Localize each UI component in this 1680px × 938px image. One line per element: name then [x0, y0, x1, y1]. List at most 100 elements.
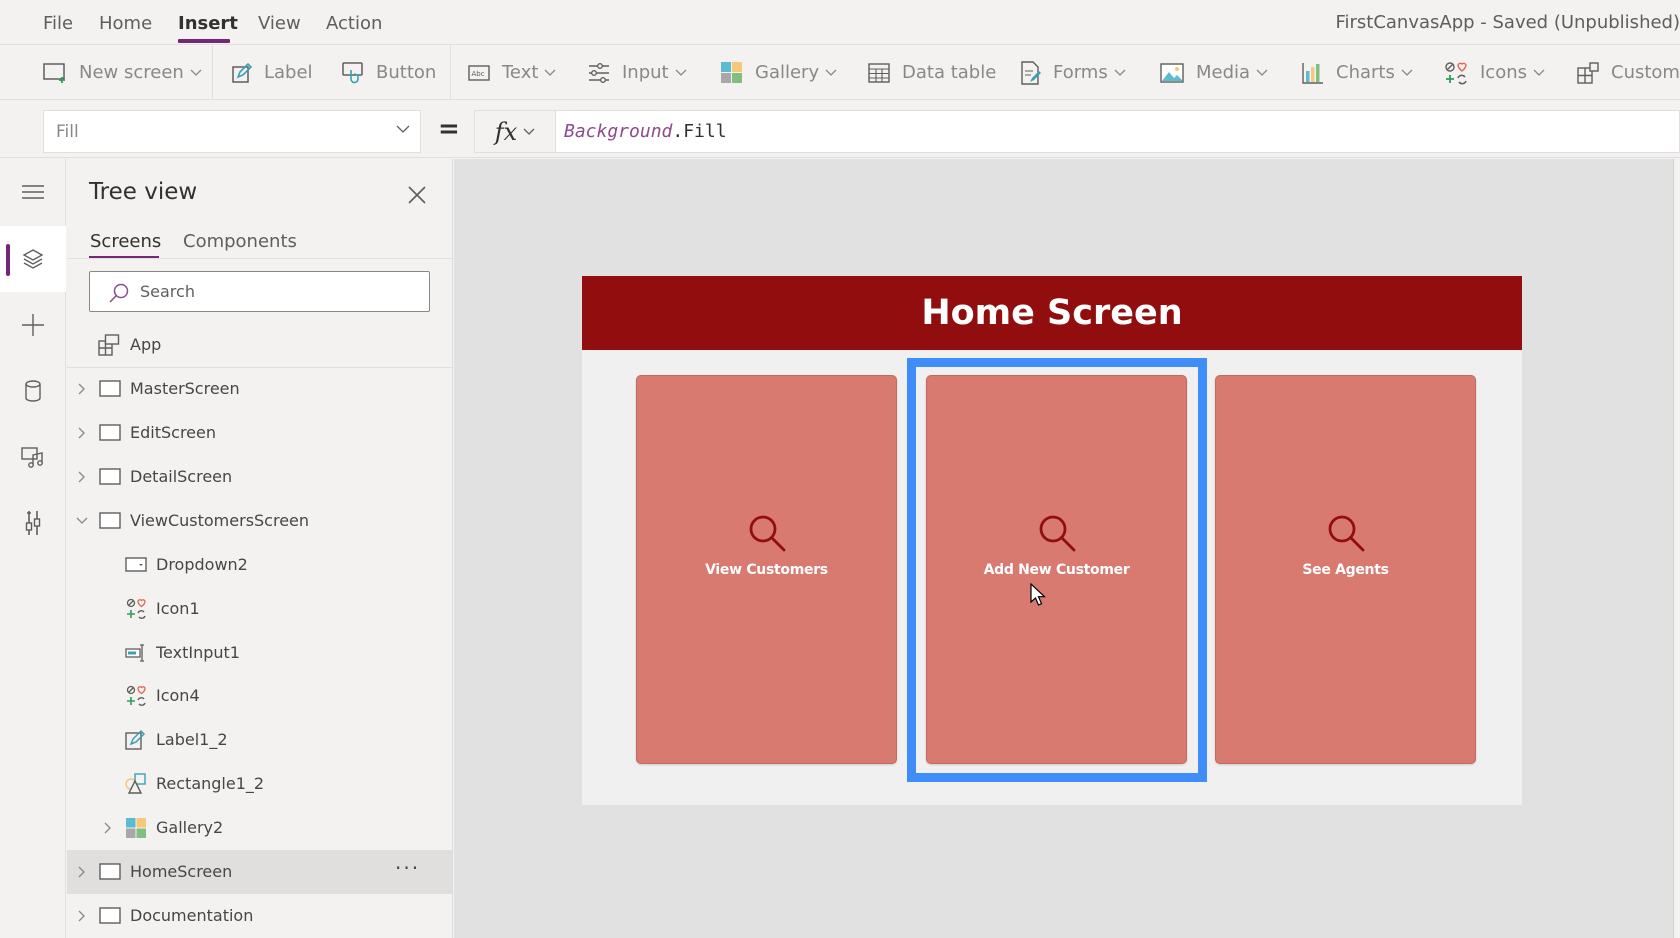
chevron-down-icon	[544, 69, 556, 76]
chevron-down-icon	[190, 69, 202, 76]
tree-item-label: TextInput1	[156, 643, 240, 662]
fx-button[interactable]: fx	[474, 110, 556, 153]
tree-view-button[interactable]	[0, 226, 66, 292]
tab-screens[interactable]: Screens	[90, 231, 161, 252]
tree-item-label: Icon4	[156, 686, 200, 705]
media-rail-button[interactable]	[0, 424, 66, 490]
hamburger-menu-button[interactable]	[0, 159, 66, 225]
charts-button[interactable]: Charts	[1302, 45, 1413, 100]
label-label: Label	[264, 62, 313, 83]
hamburger-menu-icon	[22, 185, 44, 199]
menu-view[interactable]: View	[258, 13, 301, 34]
text-button[interactable]: Abc Text	[468, 45, 556, 100]
tree-item-app[interactable]: App	[67, 323, 453, 367]
tree-view-layers-icon	[22, 249, 44, 269]
insert-button[interactable]	[0, 292, 66, 358]
input-sliders-icon	[589, 62, 609, 83]
tab-components[interactable]: Components	[183, 231, 297, 252]
data-table-label: Data table	[902, 62, 997, 83]
gallery-button[interactable]: Gallery	[721, 45, 837, 100]
label-button[interactable]: Label	[232, 45, 313, 100]
charts-label: Charts	[1336, 62, 1395, 83]
custom-button[interactable]: Custom	[1577, 45, 1680, 100]
data-button[interactable]	[0, 358, 66, 424]
card-add-new-customer[interactable]: Add New Customer	[926, 375, 1187, 764]
search-placeholder: Search	[140, 282, 195, 301]
tree-item-label: Gallery2	[156, 818, 224, 837]
menu-action[interactable]: Action	[326, 13, 382, 34]
menu-home[interactable]: Home	[99, 13, 152, 34]
tree-item-rectangle1-2[interactable]: Rectangle1_2	[67, 762, 453, 806]
data-table-button[interactable]: Data table	[868, 45, 996, 100]
tree-item-masterscreen[interactable]: MasterScreen	[67, 367, 453, 411]
close-icon[interactable]	[405, 183, 429, 207]
active-menu-indicator	[178, 39, 230, 43]
tree-item-label1-2[interactable]: Label1_2	[67, 718, 453, 762]
icons-label: Icons	[1480, 62, 1528, 83]
tree-item-documentation[interactable]: Documentation	[67, 894, 453, 938]
formula-input[interactable]: Background.Fill	[556, 110, 1680, 153]
tree-item-viewcustomersscreen[interactable]: ViewCustomersScreen	[67, 499, 453, 543]
card-label: View Customers	[705, 562, 828, 578]
app-icon	[98, 334, 120, 356]
dropdown-control-icon	[125, 557, 147, 572]
forms-label: Forms	[1053, 62, 1108, 83]
data-cylinder-icon	[25, 380, 41, 402]
chevron-right-icon[interactable]	[75, 426, 89, 440]
gallery-control-icon	[126, 818, 146, 838]
property-value: Fill	[56, 122, 79, 142]
tree-item-textinput1[interactable]: TextInput1	[67, 631, 453, 675]
fx-icon: fx	[494, 117, 518, 146]
tree-item-editscreen[interactable]: EditScreen	[67, 411, 453, 455]
button-touch-icon	[342, 61, 363, 83]
advanced-tools-button[interactable]	[0, 490, 66, 556]
new-screen-button[interactable]: New screen	[43, 45, 202, 100]
chevron-right-icon[interactable]	[75, 382, 89, 396]
tree-item-dropdown2[interactable]: Dropdown2	[67, 543, 453, 587]
chevron-right-icon[interactable]	[75, 909, 89, 923]
tree-item-label: ViewCustomersScreen	[130, 511, 310, 530]
forms-button[interactable]: Forms	[1021, 45, 1126, 100]
chevron-right-icon[interactable]	[75, 865, 89, 879]
icons-button[interactable]: Icons	[1444, 45, 1545, 100]
tree-item-detailscreen[interactable]: DetailScreen	[67, 455, 453, 499]
tree-item-icon1[interactable]: Icon1	[67, 587, 453, 631]
tree-item-label: Dropdown2	[156, 555, 248, 574]
screen-control-icon	[99, 863, 121, 880]
icon-control-icon	[126, 685, 146, 706]
menu-file[interactable]: File	[43, 13, 73, 34]
screen-header[interactable]: Home Screen	[582, 276, 1522, 350]
tree-view-title: Tree view	[89, 179, 198, 205]
tree-item-label: DetailScreen	[130, 467, 233, 486]
chevron-down-icon	[675, 69, 687, 76]
gallery-grid-icon	[721, 61, 742, 83]
chevron-down-icon	[1114, 69, 1126, 76]
new-screen-label: New screen	[79, 62, 184, 83]
chevron-down-icon	[1533, 69, 1545, 76]
tree-item-label: Icon1	[156, 599, 200, 618]
icon-control-icon	[126, 598, 146, 619]
card-view-customers[interactable]: View Customers	[636, 375, 897, 764]
gallery-label: Gallery	[755, 62, 820, 83]
tree-search-input[interactable]: Search	[89, 271, 430, 312]
media-button[interactable]: Media	[1160, 45, 1268, 100]
chevron-right-icon[interactable]	[75, 470, 89, 484]
more-options-button[interactable]: ···	[395, 856, 420, 880]
tree-item-homescreen[interactable]: HomeScreen ···	[67, 850, 453, 894]
ribbon-divider	[212, 45, 213, 100]
chevron-right-icon[interactable]	[101, 821, 115, 835]
button-button[interactable]: Button	[342, 45, 436, 100]
media-label: Media	[1196, 62, 1251, 83]
active-rail-indicator	[6, 244, 10, 276]
chevron-down-icon[interactable]	[75, 514, 89, 528]
chevron-down-icon	[825, 69, 837, 76]
input-button[interactable]: Input	[588, 45, 687, 100]
card-label: See Agents	[1302, 562, 1389, 578]
property-dropdown[interactable]: Fill	[43, 110, 421, 153]
tree-item-icon4[interactable]: Icon4	[67, 674, 453, 718]
formula-keyword: Background	[564, 121, 673, 142]
tree-item-gallery2[interactable]: Gallery2	[67, 806, 453, 850]
card-see-agents[interactable]: See Agents	[1215, 375, 1476, 764]
svg-text:Abc: Abc	[472, 70, 485, 78]
menu-insert[interactable]: Insert	[178, 13, 238, 34]
